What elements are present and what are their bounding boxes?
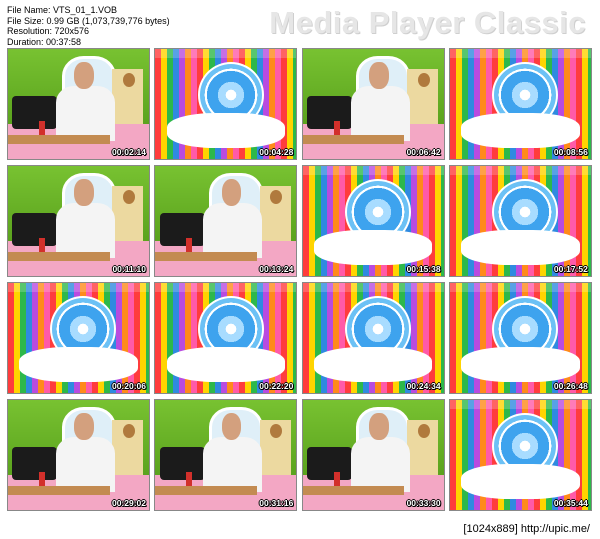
thumbnail-frame[interactable]: 00:06:42 [301,48,445,160]
presenter-body [55,437,116,493]
duration: Duration: 00:37:58 [7,36,82,47]
timestamp: 00:26:48 [553,381,588,391]
resolution: Resolution: 720x576 [7,26,90,36]
presenter-head [74,413,94,440]
bottle-icon [39,237,46,252]
watermark-title: Media Player Classic [269,5,586,40]
studio-table [302,134,405,144]
presenter-body [350,86,410,142]
bottle-icon [186,237,193,252]
thumbnail-frame[interactable]: 00:08:56 [448,48,592,160]
timestamp: 00:08:56 [553,147,588,157]
timestamp: 00:17:52 [553,264,588,274]
timestamp: 00:11:10 [112,264,146,274]
presenter-head [74,179,94,206]
studio-chair [12,447,58,481]
cloud-graphic [166,346,285,382]
studio-table [8,251,110,261]
thumbnail-frame[interactable]: 00:31:16 [154,399,298,511]
thumbnail-frame[interactable]: 00:22:20 [154,282,298,394]
teddy-bear-icon [417,73,430,88]
presenter-body [203,437,263,493]
decor-band [302,283,444,292]
cloud-graphic [166,112,285,148]
decor-band [449,283,591,292]
cloud-graphic [313,229,433,265]
presenter-head [368,62,389,89]
studio-chair [12,96,58,130]
thumbnail-frame[interactable]: 00:29:02 [7,399,150,511]
footer-resolution-link: [1024x889] http://upic.me/ [463,523,590,535]
teddy-bear-icon [122,73,135,88]
presenter-head [221,413,242,440]
decor-band [8,283,149,292]
thumbnail-frame[interactable]: 00:24:34 [301,282,445,394]
bottle-icon [39,120,46,135]
studio-table [302,485,405,495]
decor-band [302,166,444,175]
cloud-graphic [19,346,138,382]
thumbnail-frame[interactable]: 00:20:06 [7,282,150,394]
presenter-body [203,203,263,259]
presenter-head [221,179,242,206]
presenter-head [368,413,389,440]
thumbnail-grid: 00:02:14 00:04:28 00:06:42 00:08:56 00:11:10… [7,48,592,512]
thumbnail-frame[interactable]: 00:15:38 [301,165,445,277]
timestamp: 00:02:14 [111,147,146,157]
decor-band [449,400,591,409]
presenter-head [74,62,94,89]
timestamp: 00:06:42 [406,147,441,157]
thumbnail-frame[interactable]: 00:02:14 [7,48,150,160]
timestamp: 00:31:16 [259,498,294,508]
bottle-icon [186,471,193,486]
studio-chair [159,447,205,481]
studio-table [8,134,110,144]
studio-table [155,251,257,261]
timestamp: 00:13:24 [259,264,294,274]
studio-chair [306,96,352,130]
timestamp: 00:24:34 [406,381,441,391]
timestamp: 00:33:30 [406,498,441,508]
cloud-graphic [461,112,580,148]
thumbnail-frame[interactable]: 00:04:28 [154,48,298,160]
cloud-graphic [461,463,580,499]
presenter-body [350,437,410,493]
thumbnail-frame[interactable]: 00:11:10 [7,165,150,277]
timestamp: 00:15:38 [406,264,441,274]
timestamp: 00:22:20 [259,381,294,391]
timestamp: 00:29:02 [111,498,146,508]
decor-band [449,166,591,175]
decor-band [155,283,297,292]
decor-band [449,49,591,58]
timestamp: 00:20:06 [111,381,146,391]
studio-table [155,485,257,495]
teddy-bear-icon [122,190,135,205]
thumbnail-frame[interactable]: 00:17:52 [448,165,592,277]
thumbnail-frame[interactable]: 00:33:30 [301,399,445,511]
bottle-icon [39,471,46,486]
cloud-graphic [461,346,580,382]
studio-table [8,485,110,495]
cloud-graphic [461,229,580,265]
thumbnail-frame[interactable]: 00:13:24 [154,165,298,277]
bottle-icon [333,471,340,486]
file-info: File Name: VTS_01_1.VOB File Size: 0.99 … [7,5,170,47]
decor-band [155,49,297,58]
file-name: File Name: VTS_01_1.VOB [7,5,118,15]
file-size: File Size: 0.99 GB (1,073,739,776 bytes) [7,15,170,26]
studio-chair [159,213,205,247]
thumbnail-frame[interactable]: 00:35:44 [448,399,592,511]
cloud-graphic [313,346,433,382]
presenter-body [55,86,116,142]
timestamp: 00:35:44 [553,498,588,508]
bottle-icon [333,120,340,135]
timestamp: 00:04:28 [259,147,294,157]
teddy-bear-icon [417,424,430,439]
studio-chair [306,447,352,481]
thumbnail-frame[interactable]: 00:26:48 [448,282,592,394]
presenter-body [55,203,116,259]
studio-chair [12,213,58,247]
teddy-bear-icon [122,424,135,439]
